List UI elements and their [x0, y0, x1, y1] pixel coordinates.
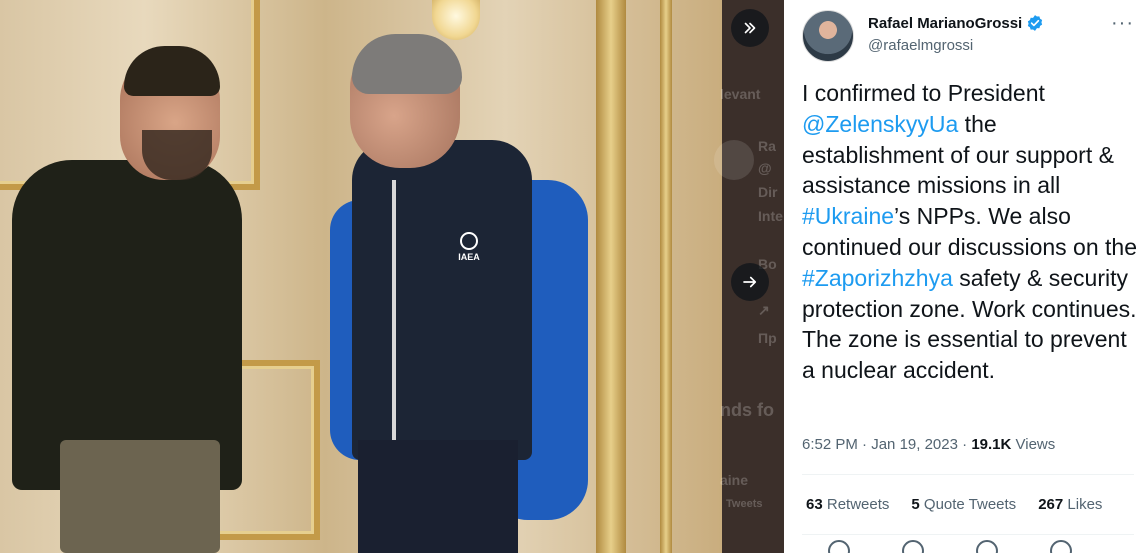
tweet-date[interactable]: Jan 19, 2023 [871, 436, 958, 453]
author-name-row[interactable]: Rafael MarianoGrossi [868, 14, 1044, 32]
tweet-text: I confirmed to President @ZelenskyyUa th… [802, 78, 1142, 386]
retweets-count: 63 [806, 496, 823, 513]
like-icon[interactable] [976, 540, 998, 553]
quotes-count: 5 [911, 496, 920, 513]
gold-pillar [660, 0, 672, 553]
person-right-vest [352, 140, 532, 460]
background-text: Пр [758, 330, 777, 346]
background-text: nds fo [720, 400, 774, 420]
tweet-time[interactable]: 6:52 PM [802, 436, 858, 453]
tweet-stats: 63 Retweets 5 Quote Tweets 267 Likes [806, 496, 1102, 513]
collapse-panel-button[interactable] [731, 9, 769, 47]
person-right-hair [352, 34, 462, 94]
likes-count: 267 [1038, 496, 1064, 513]
author-name[interactable]: Rafael MarianoGrossi [868, 15, 1022, 32]
reply-icon[interactable] [828, 540, 850, 553]
iaea-logo-text: IAEA [458, 252, 480, 262]
retweets-label: Retweets [826, 496, 890, 513]
background-text: Tweets [726, 498, 763, 510]
background-text: ↗ [758, 302, 770, 318]
iaea-logo: IAEA [440, 232, 498, 262]
quote-tweets-stat[interactable]: 5 Quote Tweets [911, 496, 1016, 513]
verified-badge-icon [1028, 15, 1043, 31]
background-text: Inte [758, 208, 783, 224]
avatar[interactable] [802, 10, 854, 62]
background-avatar [714, 140, 754, 180]
background-text: aine [720, 472, 749, 488]
chevrons-right-icon [744, 22, 756, 34]
person-left-beard [142, 130, 212, 180]
background-text: Ra [758, 138, 776, 154]
meta-separator: · [957, 436, 972, 453]
tweet-photo[interactable]: IAEA [0, 0, 722, 553]
background-text: Dir [758, 184, 778, 200]
mention-link[interactable]: @ZelenskyyUa [802, 111, 958, 137]
retweet-icon[interactable] [902, 540, 924, 553]
iaea-seal-icon [460, 232, 478, 250]
author-handle[interactable]: @rafaelmgrossi [868, 37, 973, 54]
hashtag-link[interactable]: #Zaporizhzhya [802, 265, 953, 291]
divider [802, 474, 1134, 475]
likes-label: Likes [1067, 496, 1103, 513]
likes-stat[interactable]: 267 Likes [1038, 496, 1102, 513]
hashtag-link[interactable]: #Ukraine [802, 203, 894, 229]
person-left-trousers [60, 440, 220, 553]
meta-separator: · [857, 436, 872, 453]
action-bar [828, 540, 1072, 553]
arrow-right-icon [743, 276, 757, 288]
divider [802, 534, 1134, 535]
tweet-meta: 6:52 PM · Jan 19, 2023 · 19.1K Views [802, 436, 1055, 453]
person-right-trousers [358, 440, 518, 553]
views-label: Views [1015, 436, 1056, 453]
next-media-button[interactable] [731, 263, 769, 301]
background-text: @ [758, 160, 772, 176]
tweet-header: Rafael MarianoGrossi @rafaelmgrossi ··· [802, 10, 1148, 62]
retweets-stat[interactable]: 63 Retweets [806, 496, 889, 513]
more-dots-icon[interactable]: ··· [1111, 12, 1134, 35]
background-text: levant [720, 86, 761, 102]
tweet-text-segment: I confirmed to President [802, 80, 1045, 106]
share-icon[interactable] [1050, 540, 1072, 553]
quotes-label: Quote Tweets [923, 496, 1017, 513]
vest-zipper [392, 180, 396, 440]
tweet-detail-panel: Rafael MarianoGrossi @rafaelmgrossi ··· … [784, 0, 1148, 553]
chandelier [432, 0, 480, 40]
views-count: 19.1K [971, 436, 1012, 453]
gold-pillar [596, 0, 626, 553]
